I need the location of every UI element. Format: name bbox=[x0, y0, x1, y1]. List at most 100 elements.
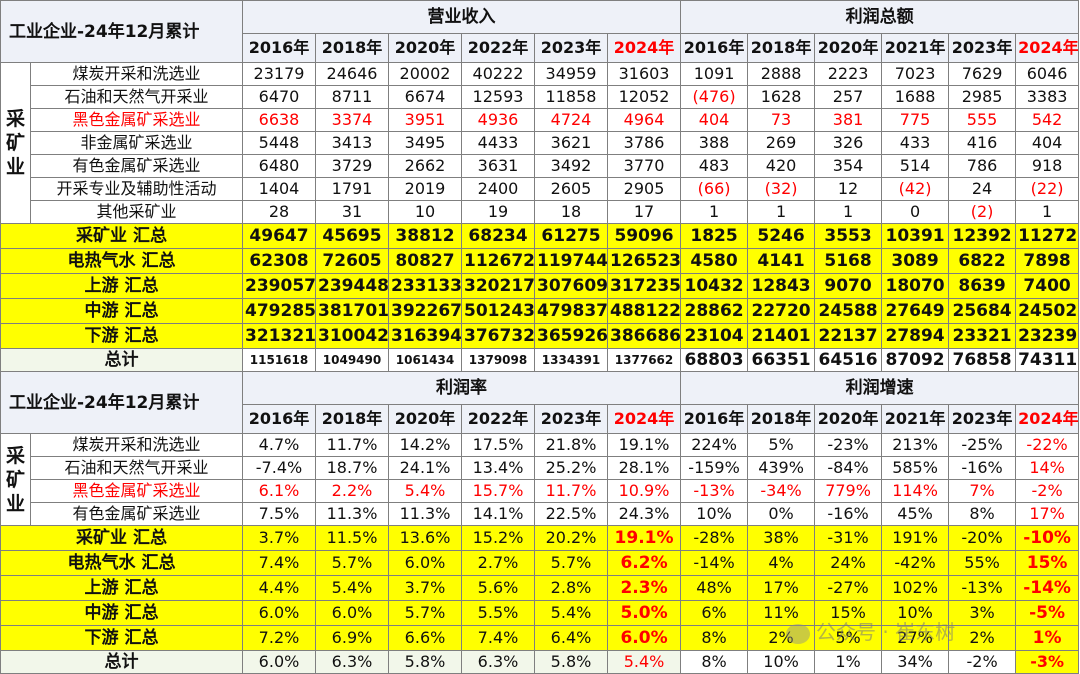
cell: 10% bbox=[747, 650, 816, 674]
cell: 5.8% bbox=[388, 650, 462, 674]
cell: 326 bbox=[814, 131, 883, 155]
cell: 7.4% bbox=[461, 625, 535, 651]
cell: (42) bbox=[881, 177, 950, 201]
cell: 19 bbox=[461, 200, 535, 224]
group-header: 利润增速 bbox=[680, 371, 1080, 405]
cell: 918 bbox=[1015, 154, 1080, 178]
row-label: 中游 汇总 bbox=[0, 298, 243, 324]
cell: 388 bbox=[680, 131, 749, 155]
cell: 38% bbox=[747, 525, 816, 551]
cell: 7629 bbox=[948, 62, 1017, 86]
cell: 3% bbox=[948, 600, 1017, 626]
cell: 5% bbox=[747, 433, 816, 457]
cell: 73 bbox=[747, 108, 816, 132]
cell: 59096 bbox=[606, 223, 682, 249]
cell: 224% bbox=[680, 433, 749, 457]
cell: 10 bbox=[388, 200, 462, 224]
cell: 18.7% bbox=[315, 456, 389, 480]
cell: 3553 bbox=[814, 223, 883, 249]
cell: 381701 bbox=[315, 298, 389, 324]
cell: 27% bbox=[881, 625, 950, 651]
cell: 1151618 bbox=[242, 348, 316, 372]
year-header: 2020年 bbox=[388, 404, 462, 434]
cell: 5.0% bbox=[606, 600, 682, 626]
cell: 4964 bbox=[606, 108, 682, 132]
cell: 381 bbox=[814, 108, 883, 132]
cell: 4% bbox=[747, 550, 816, 576]
table-row: 黑色金属矿采选业 6.1% 2.2% 5.4% 15.7% 11.7% 10.9% -13% -… bbox=[1, 479, 1080, 503]
cell: 6.0% bbox=[388, 550, 462, 576]
cell: 45% bbox=[881, 502, 950, 526]
cell: 5168 bbox=[814, 248, 883, 274]
table-row: 石油和天然气开采业 6470 8711 6674 12593 11858 12052 (476… bbox=[1, 85, 1080, 109]
cell: 542 bbox=[1015, 108, 1080, 132]
cell: 12593 bbox=[461, 85, 535, 109]
year-header: 2024年 bbox=[606, 33, 682, 63]
cell: 23104 bbox=[680, 323, 749, 349]
summary-row: 采矿业 汇总 49647 45695 38812 68234 61275 59096 1825… bbox=[0, 223, 1080, 249]
cell: 20002 bbox=[388, 62, 462, 86]
cell: 2223 bbox=[814, 62, 883, 86]
cell: 1334391 bbox=[534, 348, 608, 372]
cell: 12843 bbox=[747, 273, 816, 299]
row-label: 采矿业 汇总 bbox=[0, 223, 243, 249]
table-row: 采矿业煤炭开采和洗选业 4.7% 11.7% 14.2% 17.5% 21.8% 19.1%… bbox=[0, 433, 1080, 526]
cell: 126523 bbox=[606, 248, 682, 274]
cell: 2.3% bbox=[606, 575, 682, 601]
table-row: 非金属矿采选业 5448 3413 3495 4433 3621 3786 388 269 326… bbox=[1, 131, 1080, 155]
cell: 1% bbox=[814, 650, 883, 674]
cell: 72605 bbox=[315, 248, 389, 274]
cell: 4141 bbox=[747, 248, 816, 274]
cell: 2.2% bbox=[315, 479, 389, 503]
year-header: 2016年 bbox=[242, 33, 316, 63]
cell: 23321 bbox=[948, 323, 1017, 349]
cell: 1 bbox=[1015, 200, 1080, 224]
cell: 18070 bbox=[881, 273, 950, 299]
cell: 28 bbox=[242, 200, 316, 224]
year-header: 2023年 bbox=[948, 33, 1017, 63]
cell: 3374 bbox=[315, 108, 389, 132]
cell: 6.9% bbox=[315, 625, 389, 651]
cell: 8% bbox=[948, 502, 1017, 526]
cell: 269 bbox=[747, 131, 816, 155]
cell: 5.7% bbox=[388, 600, 462, 626]
cell: 19.1% bbox=[606, 433, 682, 457]
cell: 483 bbox=[680, 154, 749, 178]
cell: 3951 bbox=[388, 108, 462, 132]
cell: -23% bbox=[814, 433, 883, 457]
header-row: 工业企业-24年12月累计 营业收入 利润总额 bbox=[0, 0, 1080, 63]
cell: 514 bbox=[881, 154, 950, 178]
row-label: 电热气水 汇总 bbox=[0, 248, 243, 274]
summary-row: 中游 汇总 479285 381701 392267 501243 479837 48812… bbox=[0, 298, 1080, 324]
row-label: 上游 汇总 bbox=[0, 273, 243, 299]
cell: 6480 bbox=[242, 154, 316, 178]
cell: 3.7% bbox=[388, 575, 462, 601]
cell: -42% bbox=[881, 550, 950, 576]
cell: 5.6% bbox=[461, 575, 535, 601]
cell: 2905 bbox=[606, 177, 682, 201]
year-header: 2021年 bbox=[881, 33, 950, 63]
cell: 12052 bbox=[606, 85, 682, 109]
cell: 2019 bbox=[388, 177, 462, 201]
cell: 11.7% bbox=[315, 433, 389, 457]
row-label: 黑色金属矿采选业 bbox=[30, 108, 243, 132]
cell: 10.9% bbox=[606, 479, 682, 503]
cell: 24502 bbox=[1015, 298, 1080, 324]
cell: 8% bbox=[680, 625, 749, 651]
cell: 2662 bbox=[388, 154, 462, 178]
cell: 6470 bbox=[242, 85, 316, 109]
cell: 4580 bbox=[680, 248, 749, 274]
cell: 3413 bbox=[315, 131, 389, 155]
cell: 112672 bbox=[461, 248, 535, 274]
row-label: 中游 汇总 bbox=[0, 600, 243, 626]
row-label: 下游 汇总 bbox=[0, 625, 243, 651]
cell: 1 bbox=[680, 200, 749, 224]
cell: 779% bbox=[814, 479, 883, 503]
cell: 68803 bbox=[680, 348, 749, 372]
cell: 6822 bbox=[948, 248, 1017, 274]
row-label: 石油和天然气开采业 bbox=[30, 456, 243, 480]
cell: 6.1% bbox=[242, 479, 316, 503]
row-label: 总计 bbox=[0, 348, 243, 372]
cell: 18 bbox=[534, 200, 608, 224]
cell: 38812 bbox=[388, 223, 462, 249]
